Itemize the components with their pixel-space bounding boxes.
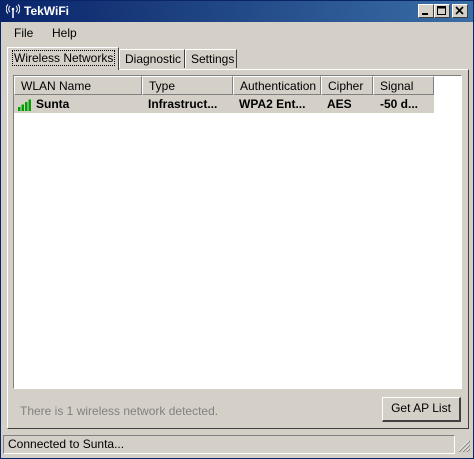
network-count-message: There is 1 wireless network detected. bbox=[20, 404, 219, 418]
column-header-authentication[interactable]: Authentication bbox=[233, 76, 321, 95]
tab-settings[interactable]: Settings bbox=[185, 49, 237, 68]
title-bar[interactable]: TekWiFi bbox=[1, 1, 473, 22]
network-list[interactable]: WLAN Name Type Authentication Cipher Sig… bbox=[13, 75, 462, 389]
menu-file[interactable]: File bbox=[14, 26, 33, 40]
minimize-icon bbox=[422, 13, 428, 15]
column-header-signal[interactable]: Signal bbox=[373, 76, 434, 95]
maximize-icon bbox=[437, 6, 446, 15]
cell-cipher: AES bbox=[327, 97, 352, 111]
cell-signal: -50 d... bbox=[380, 97, 419, 111]
status-bar: Connected to Sunta... bbox=[3, 435, 471, 456]
get-ap-list-button[interactable]: Get AP List bbox=[382, 397, 461, 422]
tab-wireless-networks[interactable]: Wireless Networks bbox=[7, 47, 119, 70]
close-button[interactable] bbox=[452, 4, 468, 18]
size-grip-icon[interactable] bbox=[458, 440, 470, 452]
table-row[interactable]: Sunta Infrastruct... WPA2 Ent... AES -50… bbox=[14, 95, 434, 113]
wireless-networks-panel: WLAN Name Type Authentication Cipher Sig… bbox=[7, 69, 469, 429]
menu-bar: File Help bbox=[1, 23, 473, 43]
column-header-type[interactable]: Type bbox=[142, 76, 233, 95]
cell-type: Infrastruct... bbox=[148, 97, 218, 111]
tab-diagnostic[interactable]: Diagnostic bbox=[119, 49, 185, 68]
menu-help[interactable]: Help bbox=[52, 26, 77, 40]
close-icon bbox=[455, 6, 464, 15]
column-header-wlan-name[interactable]: WLAN Name bbox=[14, 76, 142, 95]
wifi-antenna-icon bbox=[6, 4, 20, 18]
tekwifi-window: TekWiFi File Help Wireless Networks Diag… bbox=[0, 0, 474, 459]
cell-authentication: WPA2 Ent... bbox=[239, 97, 306, 111]
window-title: TekWiFi bbox=[24, 4, 70, 18]
maximize-button[interactable] bbox=[434, 4, 450, 18]
signal-strength-icon bbox=[18, 99, 31, 111]
cell-wlan-name: Sunta bbox=[36, 97, 70, 111]
connection-status: Connected to Sunta... bbox=[3, 435, 455, 454]
minimize-button[interactable] bbox=[418, 4, 434, 18]
column-header-cipher[interactable]: Cipher bbox=[321, 76, 373, 95]
